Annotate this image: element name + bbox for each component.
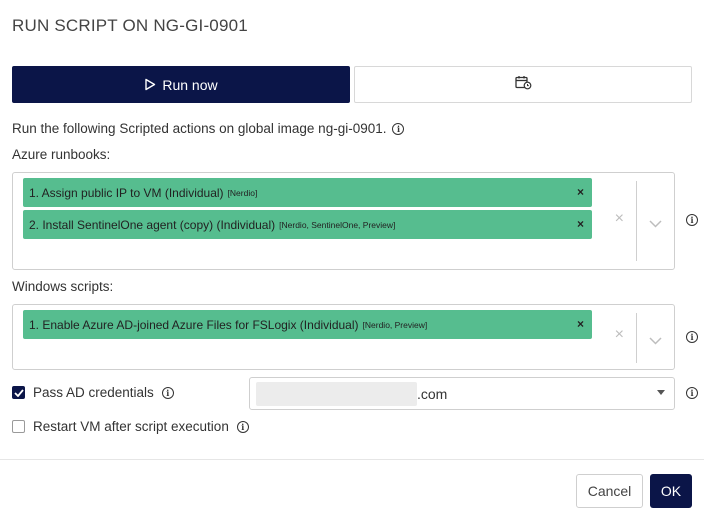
description-text: Run the following Scripted actions on gl…	[12, 121, 387, 136]
info-icon[interactable]: i	[392, 122, 405, 135]
azure-runbook-chip: 2. Install SentinelOne agent (copy) (Ind…	[23, 210, 592, 239]
pass-ad-credentials-label: Pass AD credentials	[33, 385, 154, 400]
info-icon[interactable]: i	[686, 214, 698, 226]
remove-icon[interactable]: ×	[577, 185, 584, 199]
azure-runbooks-select[interactable]: 1. Assign public IP to VM (Individual) […	[12, 172, 675, 270]
cancel-button[interactable]: Cancel	[576, 474, 643, 508]
schedule-button[interactable]	[354, 66, 692, 103]
chevron-down-icon[interactable]	[649, 332, 662, 350]
play-icon	[144, 78, 156, 91]
separator	[636, 181, 637, 261]
chip-tags: [Nerdio, SentinelOne, Preview]	[279, 219, 396, 230]
description-row: Run the following Scripted actions on gl…	[12, 121, 405, 136]
footer-divider	[0, 459, 704, 460]
chip-label: 1. Enable Azure AD-joined Azure Files fo…	[29, 317, 359, 332]
dialog-title: RUN SCRIPT ON NG-GI-0901	[12, 16, 248, 35]
pass-ad-credentials-checkbox[interactable]	[12, 386, 25, 399]
pass-ad-credentials-row: Pass AD credentials i	[12, 385, 174, 400]
credentials-select[interactable]: .com	[249, 377, 675, 410]
windows-script-chip: 1. Enable Azure AD-joined Azure Files fo…	[23, 310, 592, 339]
info-icon[interactable]: i	[686, 331, 698, 343]
calendar-clock-icon	[514, 75, 532, 95]
run-now-button[interactable]: Run now	[12, 66, 350, 103]
ok-button[interactable]: OK	[650, 474, 692, 508]
info-icon[interactable]: i	[161, 386, 174, 399]
restart-vm-label: Restart VM after script execution	[33, 419, 229, 434]
remove-icon[interactable]: ×	[577, 317, 584, 331]
chevron-down-icon[interactable]	[649, 215, 662, 233]
restart-vm-checkbox[interactable]	[12, 420, 25, 433]
redacted-value	[256, 382, 417, 406]
azure-runbook-chip: 1. Assign public IP to VM (Individual) […	[23, 178, 592, 207]
chip-label: 1. Assign public IP to VM (Individual)	[29, 185, 224, 200]
windows-scripts-label: Windows scripts:	[12, 279, 114, 294]
remove-icon[interactable]: ×	[577, 217, 584, 231]
clear-all-icon[interactable]: ×	[615, 326, 624, 344]
separator	[636, 313, 637, 363]
restart-vm-row: Restart VM after script execution i	[12, 419, 249, 434]
windows-scripts-select[interactable]: 1. Enable Azure AD-joined Azure Files fo…	[12, 304, 675, 370]
chip-tags: [Nerdio, Preview]	[362, 319, 428, 330]
chip-tags: [Nerdio]	[227, 187, 258, 198]
azure-runbooks-label: Azure runbooks:	[12, 147, 111, 162]
run-now-label: Run now	[162, 76, 218, 93]
credentials-value: .com	[417, 386, 448, 402]
clear-all-icon[interactable]: ×	[615, 210, 624, 228]
chip-label: 2. Install SentinelOne agent (copy) (Ind…	[29, 217, 276, 232]
info-icon[interactable]: i	[236, 420, 249, 433]
caret-down-icon	[657, 390, 665, 395]
info-icon[interactable]: i	[686, 387, 698, 399]
